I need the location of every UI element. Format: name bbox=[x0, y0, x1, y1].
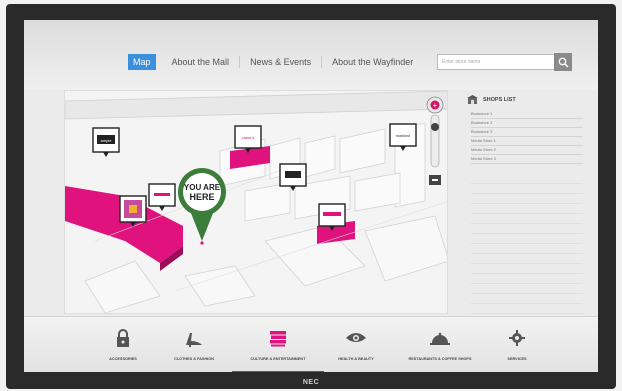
svg-text:ample: ample bbox=[101, 138, 113, 143]
category-services[interactable]: SERVICES bbox=[471, 317, 563, 372]
category-bar: ACCESSORIES CLOTHES & FASHION CULTURE & … bbox=[24, 316, 598, 372]
nav-map[interactable]: Map bbox=[128, 54, 156, 70]
you-are-here-line2: HERE bbox=[189, 192, 214, 202]
svg-text:mankind: mankind bbox=[396, 134, 410, 138]
zoom-in-icon: + bbox=[433, 101, 438, 110]
store-icon bbox=[467, 95, 478, 104]
you-are-here-line1: YOU ARE bbox=[184, 183, 221, 192]
category-health-beauty[interactable]: HEALTH & BEAUTY bbox=[310, 317, 402, 372]
shop-item[interactable]: Media Store 1 bbox=[471, 137, 583, 146]
nav-news-events[interactable]: News & Events bbox=[240, 54, 321, 70]
nav-about-wayfinder[interactable]: About the Wayfinder bbox=[322, 54, 423, 70]
monitor-brand: NEC bbox=[302, 379, 320, 386]
kiosk-screen: Map About the Mall News & Events About t… bbox=[24, 20, 598, 372]
category-label: CLOTHES & FASHION bbox=[174, 357, 214, 361]
shop-item[interactable]: Media Store 3 bbox=[471, 155, 583, 164]
store-tag[interactable]: ample bbox=[92, 127, 120, 157]
shop-item[interactable]: Bookstore 3 bbox=[471, 128, 583, 137]
lock-icon bbox=[117, 329, 129, 347]
shops-list-heading: SHOPS LIST bbox=[467, 95, 516, 104]
svg-text:claire's: claire's bbox=[242, 135, 254, 140]
search-input[interactable]: Enter store name bbox=[437, 54, 557, 70]
eye-icon bbox=[346, 333, 366, 342]
search-button[interactable] bbox=[554, 53, 572, 71]
books-icon bbox=[270, 331, 286, 347]
category-label: HEALTH & BEAUTY bbox=[338, 357, 374, 361]
zoom-track bbox=[430, 114, 440, 168]
search-icon bbox=[558, 57, 569, 68]
mall-map[interactable]: ample claire's mankind YOU ARE HERE + bbox=[64, 90, 448, 314]
cloche-icon bbox=[430, 332, 450, 345]
top-bar: Map About the Mall News & Events About t… bbox=[24, 20, 598, 90]
shop-item[interactable]: Bookstore 2 bbox=[471, 119, 583, 128]
high-heel-icon bbox=[186, 333, 202, 347]
shops-list-empty-rows bbox=[471, 174, 583, 334]
shops-list: Bookstore 1 Bookstore 2 Bookstore 3 Medi… bbox=[471, 110, 583, 164]
nav-about-mall[interactable]: About the Mall bbox=[162, 54, 240, 70]
map-canvas[interactable]: ample claire's mankind YOU ARE HERE + bbox=[65, 91, 448, 314]
store-tag[interactable] bbox=[119, 195, 147, 227]
shop-item[interactable]: Media Store 2 bbox=[471, 146, 583, 155]
main-nav: Map About the Mall News & Events About t… bbox=[128, 54, 423, 70]
zoom-handle bbox=[431, 123, 439, 131]
category-clothes-fashion[interactable]: CLOTHES & FASHION bbox=[148, 317, 240, 372]
shops-list-title: SHOPS LIST bbox=[483, 96, 516, 103]
shop-item[interactable]: Bookstore 1 bbox=[471, 110, 583, 119]
category-label: SERVICES bbox=[507, 357, 527, 361]
gear-icon bbox=[509, 330, 525, 346]
shops-panel: SHOPS LIST Bookstore 1 Bookstore 2 Books… bbox=[464, 90, 584, 334]
